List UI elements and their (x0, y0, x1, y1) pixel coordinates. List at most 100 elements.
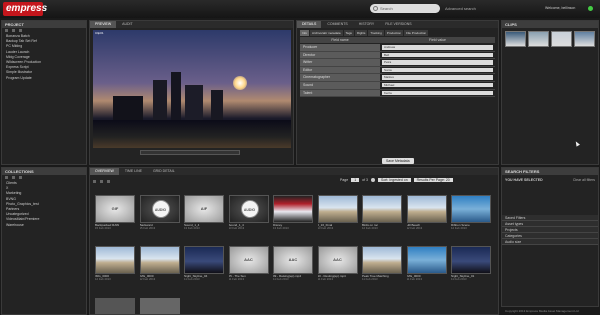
tab-grid-detail[interactable]: GRID DETAIL (147, 168, 180, 175)
tab-preview[interactable]: PREVIEW (90, 21, 117, 28)
details-subtabs: Info Archive/attr metadata Tags Rights Track… (300, 30, 495, 36)
metadata-value-input[interactable]: Petra (382, 60, 493, 65)
subtab[interactable]: Tags (343, 30, 354, 36)
result-tile[interactable]: Night_Skyline_04 11 Feb 2013 (184, 246, 224, 282)
result-thumbnail[interactable] (317, 195, 358, 223)
clip-thumb[interactable] (528, 31, 549, 47)
result-tile[interactable]: Peak Tree Matching 11 Feb 2013 (362, 246, 402, 282)
result-tile[interactable]: Night_Skyline_01 11 Feb 2013 (451, 246, 491, 282)
download-icon[interactable] (100, 180, 103, 183)
result-date: 13 Feb 2013 (273, 227, 289, 230)
subtab[interactable]: Tracking (368, 30, 384, 36)
results-per-page-select[interactable]: Results Per Page: 20 (413, 178, 453, 182)
edit-icon[interactable] (12, 29, 15, 32)
metadata-label: Director (300, 51, 380, 59)
metadata-value-cell: Sonia (380, 67, 495, 74)
metadata-value-input[interactable]: Kerrie (382, 90, 493, 96)
result-tile[interactable]: AUDIO Sound_1_4 13 Feb 2013 (228, 195, 269, 231)
tab-audit[interactable]: AUDIT (117, 21, 138, 28)
result-thumbnail[interactable] (362, 246, 402, 274)
search-input[interactable]: Search (370, 4, 440, 13)
page-input[interactable]: 1 (351, 178, 360, 182)
result-tile[interactable]: Ribbon Scene 12 Feb 2013 (451, 195, 491, 231)
subtab[interactable]: Info (300, 30, 310, 36)
tab-overview[interactable]: OVERVIEW (90, 168, 119, 175)
result-thumbnail[interactable] (362, 195, 402, 223)
clear-filters-link[interactable]: Clear all filters (573, 178, 595, 182)
edit-icon[interactable] (12, 176, 15, 179)
tab-history[interactable]: HISTORY (353, 21, 380, 28)
result-tile-partial[interactable] (95, 298, 135, 314)
metadata-value-input[interactable]: Markus (382, 75, 493, 80)
results-tabs: OVERVIEW TIME LINE GRID DETAIL (90, 168, 498, 175)
tab-details[interactable]: DETAILS (297, 21, 322, 28)
share-icon[interactable] (107, 180, 110, 183)
result-tile[interactable]: AAC 05 - The Sun 11 Feb 2013 (228, 246, 269, 282)
result-thumbnail[interactable] (139, 246, 180, 274)
result-tile[interactable]: Hill Beach 12 Feb 2013 (406, 195, 447, 231)
result-thumbnail[interactable]: AUDIO (228, 195, 269, 223)
result-tile[interactable]: IMG_0000 12 Feb 2013 (139, 246, 180, 282)
collection-item[interactable]: Warehouse (2, 223, 86, 228)
sort-select[interactable]: Sort: Ingested on (377, 178, 411, 182)
tab-comments[interactable]: COMMENTS (322, 21, 353, 28)
metadata-label: Editor (300, 66, 380, 74)
advanced-search-link[interactable]: Advanced search (445, 6, 476, 11)
preview-tabs: PREVIEW AUDIT (90, 21, 293, 28)
result-tile[interactable]: AAC 10 - Resting(ep).mp4 11 Feb 2013 (317, 246, 358, 282)
metadata-value-input[interactable]: Michael (382, 82, 493, 88)
result-thumbnail[interactable]: AIF (184, 195, 224, 223)
clips-grid (502, 28, 598, 50)
result-tile[interactable]: AAC 09 - Raising(ep).mp4 11 Feb 2013 (273, 246, 313, 282)
collections-tree: Clients X Marketing BVNG Photo_Graphics_test… (2, 181, 86, 228)
result-thumbnail[interactable] (273, 195, 313, 223)
result-thumbnail[interactable] (406, 195, 447, 223)
clip-thumb[interactable] (574, 31, 595, 47)
page-label: Page (340, 178, 349, 182)
result-thumbnail[interactable]: AAC (273, 246, 313, 274)
result-thumbnail[interactable]: GIF (95, 195, 135, 223)
result-thumbnail[interactable]: AAC (228, 246, 269, 274)
result-tile[interactable]: GIF Backpacked RAW 15 Feb 2013 (95, 195, 135, 231)
tab-file-versions[interactable]: FILE VERSIONS (380, 21, 417, 28)
subtab[interactable]: Rights (354, 30, 368, 36)
subtab[interactable]: Archive/attr metadata (310, 30, 343, 36)
filter-section[interactable]: Audio size (502, 239, 598, 245)
add-icon[interactable] (5, 176, 8, 179)
result-thumbnail[interactable] (451, 195, 491, 223)
save-metadata-button[interactable]: Save Metadata (382, 158, 414, 164)
tab-timeline[interactable]: TIME LINE (119, 168, 147, 175)
result-tile[interactable]: Il_16_Final 13 Feb 2013 (317, 195, 358, 231)
select-all-icon[interactable] (93, 180, 96, 183)
add-icon[interactable] (5, 29, 8, 32)
subtab[interactable]: File Production (404, 30, 429, 36)
metadata-value-input[interactable]: Sonia (382, 67, 493, 73)
result-tile[interactable]: IMG_0000 11 Feb 2013 (406, 246, 447, 282)
player-controls[interactable] (140, 150, 240, 155)
result-tile[interactable]: AIF Sound_1_4 13 Feb 2013 (184, 195, 224, 231)
search-icon[interactable] (373, 6, 378, 11)
result-tile[interactable]: AUDIO Backward 15 Feb 2013 (139, 195, 180, 231)
metadata-value-input[interactable]: Bell (382, 52, 493, 58)
result-thumbnail[interactable] (184, 246, 224, 274)
refresh-icon[interactable] (19, 29, 22, 32)
result-tile-partial[interactable] (140, 298, 180, 314)
refresh-icon[interactable] (19, 176, 22, 179)
clip-thumb[interactable] (505, 31, 526, 47)
clip-thumb[interactable] (551, 31, 572, 47)
result-thumbnail[interactable] (451, 246, 491, 274)
app-logo[interactable]: empress (3, 2, 47, 16)
result-thumbnail[interactable] (95, 246, 135, 274)
project-item[interactable]: Program Update (2, 76, 86, 81)
next-page-icon[interactable] (370, 178, 375, 182)
subtab[interactable]: Production (384, 30, 404, 36)
result-tile[interactable]: Birds on roc 12 Feb 2013 (362, 195, 402, 231)
result-thumbnail[interactable]: AUDIO (139, 195, 180, 223)
metadata-value-input[interactable]: Andreas (382, 45, 493, 50)
result-thumbnail[interactable] (406, 246, 447, 274)
result-tile[interactable]: Disney 13 Feb 2013 (273, 195, 313, 231)
result-tile[interactable]: IMG_0000 12 Feb 2013 (95, 246, 135, 282)
result-thumbnail[interactable]: AAC (317, 246, 358, 274)
result-date: 12 Feb 2013 (139, 278, 156, 281)
result-date: 11 Feb 2013 (451, 278, 467, 281)
